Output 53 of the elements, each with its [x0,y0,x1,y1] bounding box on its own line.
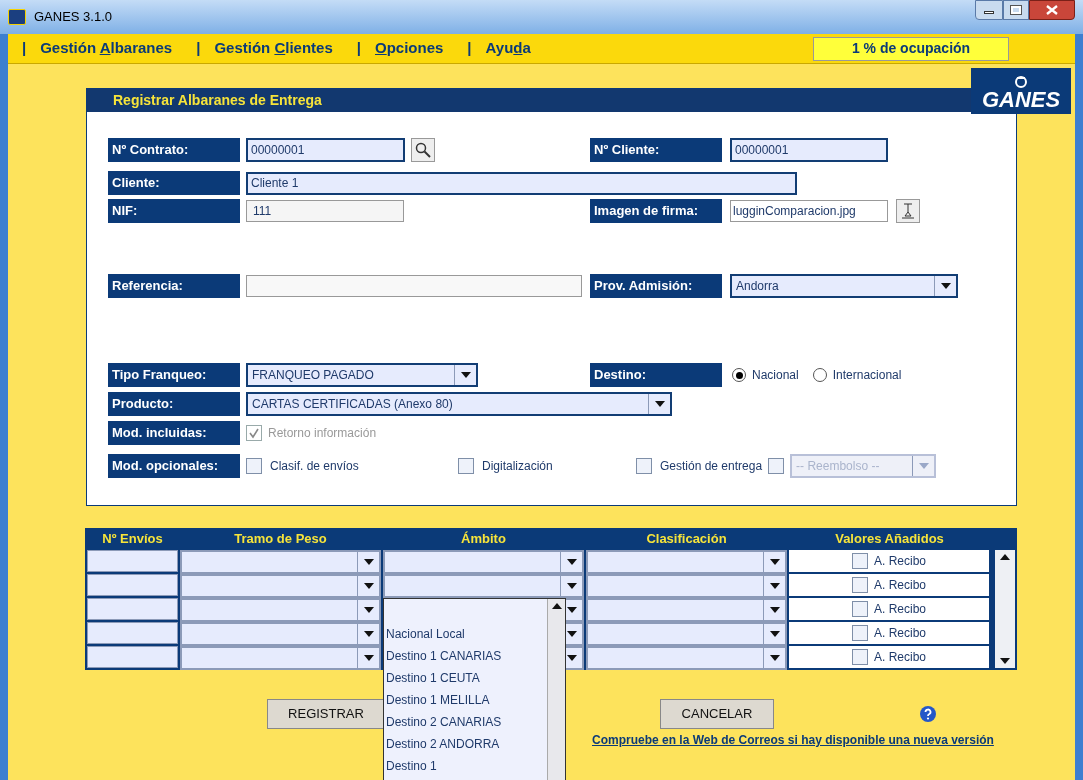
checkbox-label: A. Recibo [874,601,926,618]
dropdown[interactable]: FRANQUEO PAGADO [246,363,478,387]
field-label: NIF: [108,199,240,223]
checkbox-label: A. Recibo [874,649,926,666]
logo: GANES [971,68,1071,114]
checkbox-label: Digitalización [482,458,553,475]
field-label: Nº Cliente: [590,138,722,162]
radio-label: Internacional [832,367,902,384]
panel-title: Registrar Albaranes de Entrega [113,91,322,110]
field-label: Destino: [590,363,722,387]
menu-item[interactable]: Gestión Albaranes [40,37,173,60]
dropdown-option[interactable]: Destino 1 MELILLA [384,689,547,711]
register-button[interactable]: REGISTRAR [267,699,385,729]
checkbox-label: Retorno información [268,425,377,442]
dropdown-option[interactable]: Destino 1 CANARIAS [384,645,547,667]
update-link[interactable]: Compruebe en la Web de Correos si hay disponible una nueva versión [592,731,994,749]
checkbox-label: A. Recibo [874,625,926,642]
checkbox-label: Clasif. de envíos [270,458,359,475]
checkbox-label: A. Recibo [874,577,926,594]
cancel-button[interactable]: CANCELAR [660,699,774,729]
occupancy-indicator: 1 % de ocupación [813,36,1009,61]
menu-item[interactable]: Ayuda [485,37,531,60]
radio-label: Nacional [752,367,799,384]
dropdown-option[interactable]: Destino 2 ANDORRA [384,733,547,755]
input-field[interactable]: 111 [246,200,404,222]
field-label: Nº Contrato: [108,138,240,162]
field-label: Mod. incluidas: [108,421,240,445]
dropdown[interactable]: CARTAS CERTIFICADAS (Anexo 80) [246,392,672,416]
input-field[interactable]: 00000001 [246,138,405,162]
field-label: Cliente: [108,171,240,195]
field-label: Mod. opcionales: [108,454,240,478]
field-label: Producto: [108,392,240,416]
menu-separator: | [196,38,201,59]
dropdown-option[interactable]: Destino 1 CEUTA [384,667,547,689]
field-label: Prov. Admisión: [590,274,722,298]
dropdown-option[interactable]: Destino 1 [384,755,547,777]
dropdown-option[interactable]: Destino 2 CANARIAS [384,711,547,733]
input-field[interactable]: Cliente 1 [246,171,797,195]
field-label: Imagen de firma: [590,199,722,223]
input-field[interactable]: 00000001 [730,138,888,162]
menu-item[interactable]: Gestión Clientes [214,37,333,60]
menu-separator: | [356,38,361,59]
menu-separator: | [467,38,472,59]
field-label: Referencia: [108,274,240,298]
checkbox-label: A. Recibo [874,553,926,570]
input-field[interactable]: lugginComparacion.jpg [730,200,888,222]
field-label: Tipo Franqueo: [108,363,240,387]
menu-separator: | [22,38,27,59]
checkbox-label: Gestión de entrega [660,458,763,475]
menu-item[interactable]: Opciones [375,37,444,60]
window-title: GANES 3.1.0 [34,8,113,27]
dropdown[interactable]: Andorra [730,274,958,298]
dropdown-option[interactable]: Nacional Local [384,623,547,645]
